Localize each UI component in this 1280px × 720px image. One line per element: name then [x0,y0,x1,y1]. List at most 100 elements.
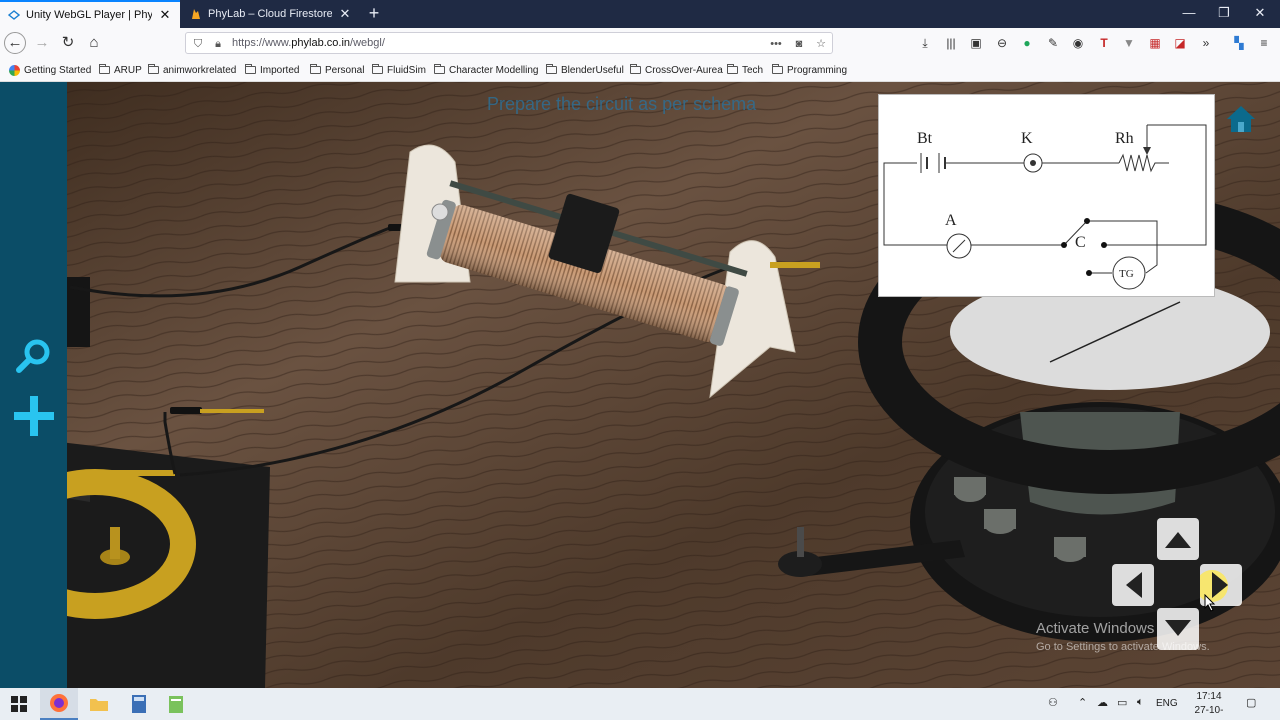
camera-left-button[interactable] [1112,564,1154,606]
overflow-icon[interactable]: » [1198,35,1214,51]
bookmark-arup[interactable]: ARUP [99,62,142,78]
taskbar-file-explorer[interactable] [80,688,118,720]
url-prefix: https://www. [232,37,292,49]
folder-icon [546,64,557,74]
close-window-button[interactable]: ✕ [1243,0,1277,28]
taskbar-calculator[interactable] [120,688,158,720]
circuit-diagram: Bt K Rh A C TG [883,124,1207,290]
knob-3-body [1054,537,1086,557]
people-icon[interactable]: ⚇ [1048,696,1058,709]
windows-logo-icon [11,696,27,712]
brass-clip[interactable] [105,470,175,476]
notifications-icon[interactable]: ▢ [1246,696,1256,709]
pocket-icon[interactable]: ◙ [791,36,807,52]
clock-time: 17:14 [1196,691,1222,702]
zoom-icon[interactable] [15,337,53,375]
back-button[interactable]: ← [4,32,26,54]
brass-terminal-right[interactable] [770,262,820,268]
folder-icon [310,64,321,74]
pdf-icon[interactable]: ◪ [1172,35,1188,51]
text-extension-icon[interactable]: T [1096,35,1112,51]
clock[interactable]: 17:14 27-10-2020 [1184,690,1234,720]
tab-label: PhyLab – Cloud Firestore – Fire [208,8,332,20]
more-actions-icon[interactable]: ••• [768,36,784,52]
lock-icon[interactable]: 🔒︎ [210,36,226,52]
bookmark-getting-started[interactable]: Getting Started [9,62,91,78]
leveling-screw[interactable] [797,527,804,557]
bookmark-label: animworkrelated [163,64,237,76]
bookmark-fluidsim[interactable]: FluidSim [372,62,426,78]
bookmark-tech[interactable]: Tech [727,62,763,78]
folder-icon [99,64,110,74]
bookmark-animworkrelated[interactable]: animworkrelated [148,62,236,78]
brass-post [110,527,120,559]
shield-icon[interactable]: ⛉ [190,36,206,52]
activation-watermark-title: Activate Windows [1036,620,1155,637]
menu-icon[interactable]: ≡ [1256,35,1272,51]
taskbar-notepad[interactable] [158,688,196,720]
account-icon[interactable]: ▚ [1231,35,1247,51]
vpn-icon[interactable]: ▼ [1121,35,1137,51]
folder-icon [772,64,783,74]
bookmark-crossover-aurea[interactable]: CrossOver-Aurea [630,62,723,78]
home-icon[interactable]: ⌂ [83,32,105,54]
taskbar-firefox[interactable] [40,688,78,720]
mouse-cursor-icon [1204,594,1216,612]
bookmark-label: ARUP [114,64,142,76]
tray-expand-icon[interactable]: ⌃ [1078,696,1087,709]
grammarly-icon[interactable]: ● [1019,35,1035,51]
bookmark-label: CrossOver-Aurea [645,64,723,76]
sync-icon[interactable]: ⊖ [994,35,1010,51]
language-indicator[interactable]: ENG [1156,698,1178,709]
sidebar-icon[interactable]: ▣ [968,35,984,51]
new-tab-button[interactable]: + [364,3,384,23]
minimize-button[interactable]: — [1172,0,1206,28]
webgl-canvas[interactable]: Prepare the circuit as per schema Bt K R… [0,82,1280,688]
instruction-text: Prepare the circuit as per schema [487,94,757,114]
terminal-screw-left[interactable] [431,203,449,221]
crocodile-clip-1[interactable] [200,409,264,413]
tab-firestore[interactable]: PhyLab – Cloud Firestore – Fire ✕ [182,0,360,28]
add-icon[interactable] [12,394,56,438]
commutator-terminal-1 [1061,242,1067,248]
bookmark-imported[interactable]: Imported [245,62,299,78]
camera-up-button[interactable] [1157,518,1199,560]
calendar-icon[interactable]: ▦ [1147,35,1163,51]
url-text: https://www.phylab.co.in/webgl/ [232,37,385,49]
bookmark-label: Programming [787,64,848,76]
forward-button[interactable]: → [31,32,53,54]
close-tab-icon[interactable]: ✕ [158,7,172,23]
reload-button[interactable]: ↻ [57,32,79,54]
bookmark-programming[interactable]: Programming [772,62,847,78]
commutator-label: C [1075,234,1086,251]
onedrive-icon[interactable]: ☁ [1097,696,1108,709]
close-tab-icon[interactable]: ✕ [338,6,352,22]
rheostat-label: Rh [1115,130,1134,147]
network-icon[interactable]: ▭ [1117,696,1127,709]
library-icon[interactable]: ||| [943,35,959,51]
clock-date: 27-10-2020 [1194,705,1224,720]
home-icon[interactable] [1224,102,1258,136]
calculator-icon [132,695,146,713]
folder-icon [148,64,159,74]
bookmark-personal[interactable]: Personal [310,62,364,78]
maximize-button[interactable]: ❐ [1207,0,1241,28]
bookmark-star-icon[interactable]: ☆ [813,36,829,52]
key-dot [1030,160,1036,166]
start-button[interactable] [0,688,38,720]
bookmark-label: Character Modelling [449,64,539,76]
ammeter-label: A [945,212,957,229]
downloads-icon[interactable]: ⤓ [917,35,933,51]
wire-plug-2[interactable] [170,407,202,414]
firebase-icon [192,9,200,19]
arrow-left-icon [1126,572,1142,598]
volume-icon[interactable]: 🔈︎ [1137,696,1144,709]
url-bar[interactable]: ⛉ 🔒︎ https://www.phylab.co.in/webgl/ •••… [185,32,833,54]
bookmark-character-modelling[interactable]: Character Modelling [434,62,539,78]
extension-icon[interactable]: ◉ [1070,35,1086,51]
bookmark-label: Getting Started [24,64,92,76]
eyedropper-icon[interactable]: ✎ [1045,35,1061,51]
tab-unity-webgl[interactable]: Unity WebGL Player | PhyLab ✕ [0,0,180,28]
bookmarks-bar: Getting Started ARUP animworkrelated Imp… [0,58,1280,82]
bookmark-blenderuseful[interactable]: BlenderUseful [546,62,624,78]
